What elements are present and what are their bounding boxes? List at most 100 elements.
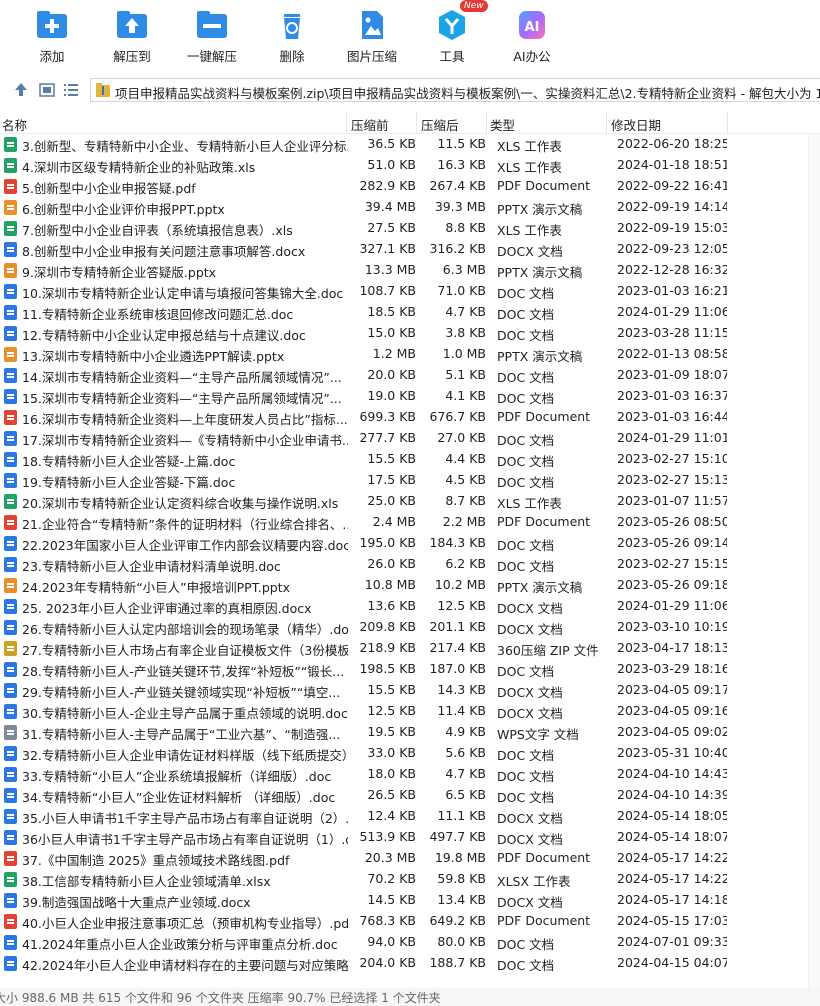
size-after: 27.0 KB <box>437 430 486 445</box>
size-after: 16.3 KB <box>437 157 486 172</box>
view-list-icon[interactable] <box>62 81 80 99</box>
table-row[interactable]: 25. 2023年小巨人企业评审通过率的真相原因.docx 13.6 KB 12.5… <box>0 596 820 617</box>
modified-date: 2024-01-29 11:06 <box>617 304 727 319</box>
size-after: 13.4 KB <box>437 892 486 907</box>
size-before: 26.5 KB <box>367 787 416 802</box>
doc-file-icon <box>4 893 17 908</box>
file-type: XLS 工作表 <box>497 160 562 175</box>
table-row[interactable]: 27.专精特新小巨人市场占有率企业自证模板文件（3份模板... 218.9 KB 2… <box>0 638 820 659</box>
col-name[interactable]: 名称 <box>2 115 27 134</box>
table-row[interactable]: 38.工信部专精特新小巨人企业领域清单.xlsx 70.2 KB 59.8 KB XL… <box>0 869 820 890</box>
size-after: 188.7 KB <box>429 955 486 970</box>
table-row[interactable]: 28.专精特新小巨人-产业链关键环节,发挥“补短板”“锻长... 198.5 KB… <box>0 659 820 680</box>
ai-office-label: AI办公 <box>513 49 551 64</box>
size-after: 4.9 KB <box>445 724 486 739</box>
tools-label: 工具 <box>439 49 465 64</box>
doc-file-icon <box>4 830 17 845</box>
table-row[interactable]: 9.深圳市专精特新企业答疑版.pptx 13.3 MB 6.3 MB PPTX 演示文… <box>0 260 820 281</box>
table-row[interactable]: 24.2023年专精特新“小巨人”申报培训PPT.pptx 10.8 MB 10.2… <box>0 575 820 596</box>
table-row[interactable]: 34.专精特新“小巨人”企业佐证材料解析 （详细版）.doc 26.5 KB 6.5… <box>0 785 820 806</box>
xls-file-icon <box>4 872 17 887</box>
size-after: 10.2 MB <box>434 577 486 592</box>
table-row[interactable]: 7.创新型中小企业自评表（系统填报信息表）.xls 27.5 KB 8.8 KB XL… <box>0 218 820 239</box>
file-type: DOC 文档 <box>497 769 555 784</box>
status-text: 大小 988.6 MB 共 615 个文件和 96 个文件夹 压缩率 90.7%… <box>0 991 441 1005</box>
modified-date: 2023-01-03 16:21 <box>617 283 727 298</box>
doc-file-icon <box>4 389 17 404</box>
file-name: 22.2023年国家小巨人企业评审工作内部会议精要内容.doc <box>22 538 348 553</box>
size-before: 327.1 KB <box>359 241 416 256</box>
table-row[interactable]: 21.企业符合“专精特新”条件的证明材料（行业综合排名、... 2.4 MB 2.2… <box>0 512 820 533</box>
table-row[interactable]: 4.深圳市区级专精特新企业的补贴政策.xls 51.0 KB 16.3 KB XLS … <box>0 155 820 176</box>
col-modified[interactable]: 修改日期 <box>611 115 661 134</box>
table-row[interactable]: 33.专精特新“小巨人”企业系统填报解析（详细版）.doc 18.0 KB 4.7 … <box>0 764 820 785</box>
table-row[interactable]: 17.深圳市专精特新企业资料—《专精特新中小企业申请书... 277.7 KB 27… <box>0 428 820 449</box>
extract-to-button[interactable]: 解压到 <box>96 6 168 66</box>
file-name: 12.专精特新中小企业认定申报总结与十点建议.doc <box>22 328 306 343</box>
path-field[interactable]: 项目申报精品实战资料与模板案例.zip\项目申报精品实战资料与模板案例\一、实操… <box>90 78 820 102</box>
table-row[interactable]: 22.2023年国家小巨人企业评审工作内部会议精要内容.doc 195.0 KB 1… <box>0 533 820 554</box>
doc-file-icon <box>4 599 17 614</box>
table-row[interactable]: 41.2024年重点小巨人企业政策分析与评审重点分析.doc 94.0 KB 80.… <box>0 932 820 953</box>
file-type: XLS 工作表 <box>497 223 562 238</box>
image-compress-button[interactable]: 图片压缩 <box>336 6 408 66</box>
table-row[interactable]: 42.2024年小巨人企业申请材料存在的主要问题与对应策略.... 204.0 K… <box>0 953 820 974</box>
table-row[interactable]: 5.创新型中小企业申报答疑.pdf 282.9 KB 267.4 KB PDF Doc… <box>0 176 820 197</box>
modified-date: 2023-04-05 09:02 <box>617 724 727 739</box>
table-row[interactable]: 40.小巨人企业申报注意事项汇总（预审机构专业指导）.pdf 768.3 KB 64… <box>0 911 820 932</box>
table-row[interactable]: 11.专精特新企业系统审核退回修改问题汇总.doc 18.5 KB 4.7 KB DO… <box>0 302 820 323</box>
table-row[interactable]: 35.小巨人申请书1千字主导产品市场占有率自证说明（2）.... 12.4 KB 1… <box>0 806 820 827</box>
vertical-scrollbar[interactable] <box>808 134 820 988</box>
file-type: DOCX 文档 <box>497 622 563 637</box>
col-type[interactable]: 类型 <box>490 115 515 134</box>
table-row[interactable]: 39.制造强国战略十大重点产业领域.docx 14.5 KB 13.4 KB DOCX… <box>0 890 820 911</box>
doc-file-icon <box>4 305 17 320</box>
modified-date: 2023-02-27 15:13 <box>617 472 727 487</box>
column-header: 名称 压缩前 压缩后 类型 修改日期 <box>0 112 820 134</box>
one-click-extract-label: 一键解压 <box>186 49 237 64</box>
pdf-file-icon <box>4 914 17 929</box>
table-row[interactable]: 8.创新型中小企业申报有关问题注意事项解答.docx 327.1 KB 316.2 … <box>0 239 820 260</box>
doc-file-icon <box>4 788 17 803</box>
table-row[interactable]: 19.专精特新小巨人企业答疑-下篇.doc 17.5 KB 4.5 KB DOC 文档… <box>0 470 820 491</box>
table-row[interactable]: 6.创新型中小企业评价申报PPT.pptx 39.4 MB 39.3 MB PPTX … <box>0 197 820 218</box>
size-after: 5.1 KB <box>445 367 486 382</box>
table-row[interactable]: 20.深圳市专精特新企业认定资料综合收集与操作说明.xls 25.0 KB 8.7 … <box>0 491 820 512</box>
size-before: 26.0 KB <box>367 556 416 571</box>
tools-button[interactable]: New 工具 <box>416 0 488 66</box>
table-row[interactable]: 15.深圳市专精特新企业资料—“主导产品所属领域情况”... 19.0 KB 4.1… <box>0 386 820 407</box>
add-button[interactable]: 添加 <box>16 6 88 66</box>
table-row[interactable]: 12.专精特新中小企业认定申报总结与十点建议.doc 15.0 KB 3.8 KB D… <box>0 323 820 344</box>
table-row[interactable]: 26.专精特新小巨人认定内部培训会的现场笔录（精华）.docx 209.8 KB 2… <box>0 617 820 638</box>
doc-file-icon <box>4 326 17 341</box>
doc-file-icon <box>4 683 17 698</box>
table-row[interactable]: 10.深圳市专精特新企业认定申请与填报问答集锦大全.doc 108.7 KB 71.… <box>0 281 820 302</box>
file-name: 24.2023年专精特新“小巨人”申报培训PPT.pptx <box>22 580 291 595</box>
delete-button[interactable]: 删除 <box>256 6 328 66</box>
file-type: DOCX 文档 <box>497 832 563 847</box>
table-row[interactable]: 29.专精特新小巨人-产业链关键领域实现“补短板”“填空... 15.5 KB 14… <box>0 680 820 701</box>
table-row[interactable]: 30.专精特新小巨人-企业主导产品属于重点领域的说明.docx 12.5 KB 11… <box>0 701 820 722</box>
table-row[interactable]: 23.专精特新小巨人企业申请材料清单说明.doc 26.0 KB 6.2 KB DOC… <box>0 554 820 575</box>
table-row[interactable]: 16.深圳市专精特新企业资料—上年度研发人员占比”指标... 699.3 KB 67… <box>0 407 820 428</box>
table-row[interactable]: 31.专精特新小巨人-主导产品属于“工业六基”、“制造强... 19.5 KB 4.… <box>0 722 820 743</box>
one-click-extract-button[interactable]: 一键解压 <box>176 6 248 66</box>
ppt-file-icon <box>4 578 17 593</box>
modified-date: 2022-09-19 15:03 <box>617 220 727 235</box>
table-row[interactable]: 13.深圳市专精特新中小企业遴选PPT解读.pptx 1.2 MB 1.0 MB PP… <box>0 344 820 365</box>
file-list: 3.创新型、专精特新中小企业、专精特新小巨人企业评分标... 36.5 KB 11.… <box>0 134 820 988</box>
table-row[interactable]: 32.专精特新小巨人企业申请佐证材料样版（线下纸质提交）... 33.0 KB 5.… <box>0 743 820 764</box>
table-row[interactable]: 36小巨人申请书1千字主导产品市场占有率自证说明（1）.d... 513.9 KB… <box>0 827 820 848</box>
up-arrow-icon[interactable] <box>12 81 30 99</box>
col-after[interactable]: 压缩后 <box>421 115 459 134</box>
ai-office-button[interactable]: AI AI办公 <box>496 6 568 66</box>
col-compressed[interactable]: 压缩前 <box>351 115 389 134</box>
file-name: 17.深圳市专精特新企业资料—《专精特新中小企业申请书... <box>22 433 348 448</box>
table-row[interactable]: 3.创新型、专精特新中小企业、专精特新小巨人企业评分标... 36.5 KB 11.… <box>0 134 820 155</box>
table-row[interactable]: 14.深圳市专精特新企业资料—“主导产品所属领域情况”... 20.0 KB 5.1… <box>0 365 820 386</box>
table-row[interactable]: 18.专精特新小巨人企业答疑-上篇.doc 15.5 KB 4.4 KB DOC 文档… <box>0 449 820 470</box>
file-name: 11.专精特新企业系统审核退回修改问题汇总.doc <box>22 307 294 322</box>
view-details-icon[interactable] <box>38 81 56 99</box>
file-name: 30.专精特新小巨人-企业主导产品属于重点领域的说明.docx <box>22 706 348 721</box>
table-row[interactable]: 37.《中国制造 2025》重点领域技术路线图.pdf 20.3 MB 19.8 M… <box>0 848 820 869</box>
